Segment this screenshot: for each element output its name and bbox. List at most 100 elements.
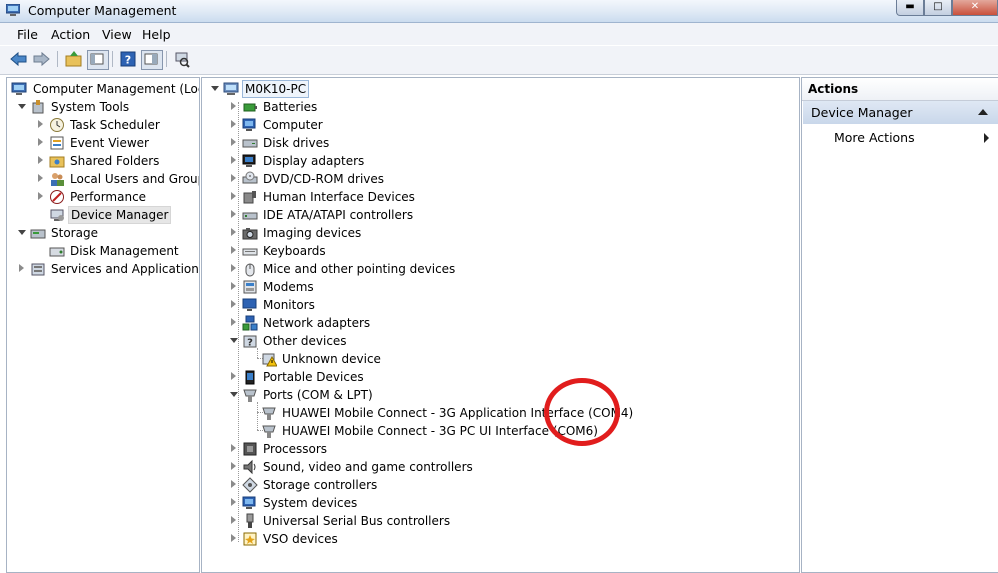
tree-item-task-scheduler[interactable]: Task Scheduler bbox=[38, 116, 198, 134]
more-actions-item[interactable]: More Actions bbox=[834, 130, 915, 145]
tree-item-shared-folders[interactable]: Shared Folders bbox=[38, 152, 198, 170]
port-icon bbox=[262, 407, 276, 420]
users-icon bbox=[51, 173, 64, 186]
device-category-disk-drives[interactable]: Disk drives bbox=[231, 134, 531, 152]
tree-item-services[interactable]: Services and Applications bbox=[19, 260, 199, 278]
back-arrow-icon[interactable] bbox=[9, 50, 29, 68]
menu-view[interactable]: View bbox=[102, 27, 132, 42]
expand-arrow-icon[interactable] bbox=[231, 156, 236, 164]
expand-arrow-icon[interactable] bbox=[231, 102, 236, 110]
tree-item-event-viewer[interactable]: Event Viewer bbox=[38, 134, 198, 152]
scan-hardware-icon[interactable] bbox=[172, 50, 192, 68]
expand-arrow-icon[interactable] bbox=[231, 480, 236, 488]
expand-arrow-icon[interactable] bbox=[38, 120, 43, 128]
actions-device-manager-section[interactable]: Device Manager bbox=[803, 101, 998, 124]
device-category-monitors[interactable]: Monitors bbox=[231, 296, 531, 314]
expand-arrow-icon[interactable] bbox=[231, 372, 236, 380]
tree-item-performance[interactable]: Performance bbox=[38, 188, 198, 206]
device-category-imaging[interactable]: Imaging devices bbox=[231, 224, 531, 242]
expand-arrow-icon[interactable] bbox=[231, 120, 236, 128]
device-category-computer[interactable]: Computer bbox=[231, 116, 531, 134]
expand-arrow-icon[interactable] bbox=[231, 300, 236, 308]
expand-arrow-icon[interactable] bbox=[211, 86, 219, 91]
device-category-vso[interactable]: VSO devices bbox=[231, 530, 531, 548]
expand-arrow-icon[interactable] bbox=[231, 282, 236, 290]
help-icon[interactable]: ? bbox=[118, 50, 138, 68]
tree-item-local-users[interactable]: Local Users and Groups bbox=[38, 170, 199, 188]
menu-help[interactable]: Help bbox=[142, 27, 171, 42]
device-category-system-devices[interactable]: System devices bbox=[231, 494, 531, 512]
device-category-ports[interactable]: Ports (COM & LPT) bbox=[230, 386, 531, 404]
expand-arrow-icon[interactable] bbox=[231, 210, 236, 218]
expand-arrow-icon[interactable] bbox=[231, 174, 236, 182]
tree-item-storage[interactable]: Storage bbox=[18, 224, 199, 242]
menu-file[interactable]: File bbox=[17, 27, 38, 42]
device-category-dvd-drives[interactable]: DVD/CD-ROM drives bbox=[231, 170, 531, 188]
menu-bar: File Action View Help bbox=[0, 23, 998, 45]
tree-item-disk-management[interactable]: Disk Management bbox=[38, 242, 198, 260]
device-category-ide[interactable]: IDE ATA/ATAPI controllers bbox=[231, 206, 531, 224]
disk-drive-icon bbox=[242, 139, 258, 148]
expand-arrow-icon[interactable] bbox=[231, 444, 236, 452]
expand-arrow-icon[interactable] bbox=[231, 516, 236, 524]
up-folder-icon[interactable] bbox=[64, 50, 84, 68]
device-category-display-adapters[interactable]: Display adapters bbox=[231, 152, 531, 170]
services-icon bbox=[31, 263, 45, 276]
device-category-usb[interactable]: Universal Serial Bus controllers bbox=[231, 512, 531, 530]
device-category-processors[interactable]: Processors bbox=[231, 440, 531, 458]
device-category-mice[interactable]: Mice and other pointing devices bbox=[231, 260, 531, 278]
unknown-device-icon: ? bbox=[243, 335, 257, 349]
device-category-network[interactable]: Network adapters bbox=[231, 314, 531, 332]
expand-arrow-icon[interactable] bbox=[231, 498, 236, 506]
expand-arrow-icon[interactable] bbox=[231, 264, 236, 272]
show-hide-action-pane-button[interactable] bbox=[141, 50, 163, 70]
expand-arrow-icon[interactable] bbox=[231, 246, 236, 254]
expand-arrow-icon[interactable] bbox=[231, 228, 236, 236]
tree-item-device-manager[interactable]: Device Manager bbox=[38, 206, 198, 224]
maximize-button[interactable]: □ bbox=[924, 0, 952, 16]
actions-section-label: Device Manager bbox=[811, 105, 913, 120]
forward-arrow-icon[interactable] bbox=[31, 50, 51, 68]
show-hide-console-tree-button[interactable] bbox=[87, 50, 109, 70]
device-category-other[interactable]: ? Other devices bbox=[230, 332, 531, 350]
device-category-storage-controllers[interactable]: Storage controllers bbox=[231, 476, 531, 494]
expand-arrow-icon[interactable] bbox=[19, 264, 24, 272]
device-port-com6[interactable]: HUAWEI Mobile Connect - 3G PC UI Interfa… bbox=[250, 422, 610, 440]
tree-item-root[interactable]: Computer Management (Local bbox=[11, 80, 199, 98]
device-category-modems[interactable]: Modems bbox=[231, 278, 531, 296]
expand-arrow-icon[interactable] bbox=[231, 138, 236, 146]
device-category-batteries[interactable]: Batteries bbox=[231, 98, 531, 116]
device-category-portable[interactable]: Portable Devices bbox=[231, 368, 531, 386]
device-category-label: Sound, video and game controllers bbox=[263, 460, 473, 474]
device-category-hid[interactable]: Human Interface Devices bbox=[231, 188, 531, 206]
device-unknown[interactable]: Unknown device bbox=[250, 350, 550, 368]
expand-arrow-icon[interactable] bbox=[18, 230, 26, 235]
device-port-com4[interactable]: HUAWEI Mobile Connect - 3G Application I… bbox=[250, 404, 633, 422]
tree-item-system-tools[interactable]: System Tools bbox=[18, 98, 199, 116]
close-button[interactable]: ✕ bbox=[952, 0, 998, 16]
expand-arrow-icon[interactable] bbox=[18, 104, 26, 109]
device-category-keyboards[interactable]: Keyboards bbox=[231, 242, 531, 260]
device-category-label: Ports (COM & LPT) bbox=[263, 388, 373, 402]
ide-controller-icon bbox=[242, 212, 258, 220]
expand-arrow-icon[interactable] bbox=[38, 156, 43, 164]
expand-arrow-icon[interactable] bbox=[231, 318, 236, 326]
collapse-up-icon[interactable] bbox=[978, 109, 988, 115]
menu-action[interactable]: Action bbox=[51, 27, 90, 42]
tree-item-label: Services and Applications bbox=[51, 262, 200, 276]
expand-arrow-icon[interactable] bbox=[38, 138, 43, 146]
computer-icon bbox=[242, 118, 256, 131]
computer-management-icon bbox=[11, 82, 27, 95]
expand-arrow-icon[interactable] bbox=[231, 462, 236, 470]
expand-arrow-icon[interactable] bbox=[231, 534, 236, 542]
modem-icon bbox=[243, 280, 257, 294]
expand-arrow-icon[interactable] bbox=[38, 192, 43, 200]
expand-arrow-icon[interactable] bbox=[230, 392, 238, 397]
device-category-sound[interactable]: Sound, video and game controllers bbox=[231, 458, 531, 476]
expand-arrow-icon[interactable] bbox=[230, 338, 238, 343]
expand-arrow-icon[interactable] bbox=[38, 174, 43, 182]
event-viewer-icon bbox=[50, 136, 64, 150]
expand-arrow-icon[interactable] bbox=[231, 192, 236, 200]
device-root[interactable]: M0K10-PC bbox=[211, 80, 412, 98]
minimize-button[interactable]: ▬ bbox=[896, 0, 924, 16]
